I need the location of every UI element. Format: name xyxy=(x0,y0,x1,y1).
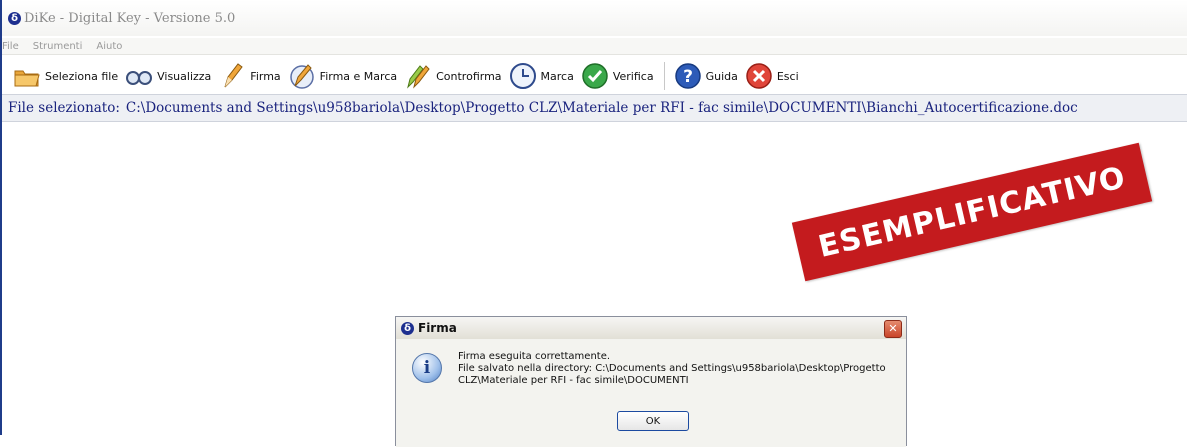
pen-clock-icon xyxy=(289,64,314,89)
glasses-icon xyxy=(126,71,153,85)
svg-text:?: ? xyxy=(683,67,693,87)
double-pen-icon xyxy=(407,65,430,89)
clock-icon xyxy=(509,63,536,89)
exit-label: Esci xyxy=(776,69,799,83)
folder-icon xyxy=(14,70,40,87)
checkmark-icon xyxy=(582,63,608,89)
title-bar: δ DiKe - Digital Key - Versione 5.0 xyxy=(2,0,1187,36)
menu-bar: File Strumenti Aiuto xyxy=(2,38,1187,55)
view-label: Visualizza xyxy=(157,69,212,83)
ok-button[interactable]: OK xyxy=(617,411,689,431)
verify-button[interactable]: Verifica xyxy=(580,61,654,91)
select-file-button[interactable]: Seleziona file xyxy=(12,61,118,91)
dialog-app-icon: δ xyxy=(401,321,414,335)
stamp-text: ESEMPLIFICATIVO xyxy=(815,159,1129,265)
dialog-body: i Firma eseguita correttamente. File sal… xyxy=(396,339,906,447)
countersign-button[interactable]: Controfirma xyxy=(403,61,502,91)
dialog-message: Firma eseguita correttamente. File salva… xyxy=(458,351,888,387)
dialog-title: Firma xyxy=(418,321,457,335)
window-title: DiKe - Digital Key - Versione 5.0 xyxy=(24,10,236,26)
pen-icon xyxy=(224,63,244,88)
sign-and-timestamp-label: Firma e Marca xyxy=(319,69,398,83)
info-icon: i xyxy=(412,353,442,383)
watermark-stamp: ESEMPLIFICATIVO xyxy=(791,142,1153,282)
selected-file-bar: File selezionato: C:\Documents and Setti… xyxy=(2,94,1187,122)
message-line-2: File salvato nella directory: C:\Documen… xyxy=(458,363,886,374)
app-window: δ DiKe - Digital Key - Versione 5.0 File… xyxy=(0,0,1187,447)
help-label: Guida xyxy=(705,69,738,83)
help-button[interactable]: ? Guida xyxy=(673,61,738,91)
app-logo-icon: δ xyxy=(8,11,21,25)
selected-file-prefix: File selezionato: xyxy=(8,100,120,116)
help-icon: ? xyxy=(674,63,701,89)
dialog-title-bar: δ Firma ✕ xyxy=(396,317,906,339)
sign-label: Firma xyxy=(250,69,281,83)
dialog-close-button[interactable]: ✕ xyxy=(884,320,902,338)
timestamp-label: Marca xyxy=(540,69,574,83)
menu-file[interactable]: File xyxy=(2,41,19,52)
exit-button[interactable]: Esci xyxy=(744,61,799,91)
message-line-1: Firma eseguita correttamente. xyxy=(458,351,611,362)
verify-label: Verifica xyxy=(612,69,654,83)
menu-strumenti[interactable]: Strumenti xyxy=(33,41,83,52)
toolbar: Seleziona file Visualizza Firma Firma e … xyxy=(2,58,1187,94)
sign-and-timestamp-button[interactable]: Firma e Marca xyxy=(287,61,397,91)
sign-button[interactable]: Firma xyxy=(217,61,281,91)
selected-file-path: C:\Documents and Settings\u958bariola\De… xyxy=(125,100,1078,116)
select-file-label: Seleziona file xyxy=(45,69,119,83)
timestamp-button[interactable]: Marca xyxy=(508,61,574,91)
countersign-label: Controfirma xyxy=(436,69,502,83)
menu-aiuto[interactable]: Aiuto xyxy=(96,41,122,52)
message-line-3: CLZ\Materiale per RFI - fac simile\DOCUM… xyxy=(458,375,689,386)
exit-icon xyxy=(746,63,772,89)
view-button[interactable]: Visualizza xyxy=(124,61,211,91)
sign-result-dialog: δ Firma ✕ i Firma eseguita correttamente… xyxy=(395,316,907,447)
toolbar-separator xyxy=(663,62,665,90)
